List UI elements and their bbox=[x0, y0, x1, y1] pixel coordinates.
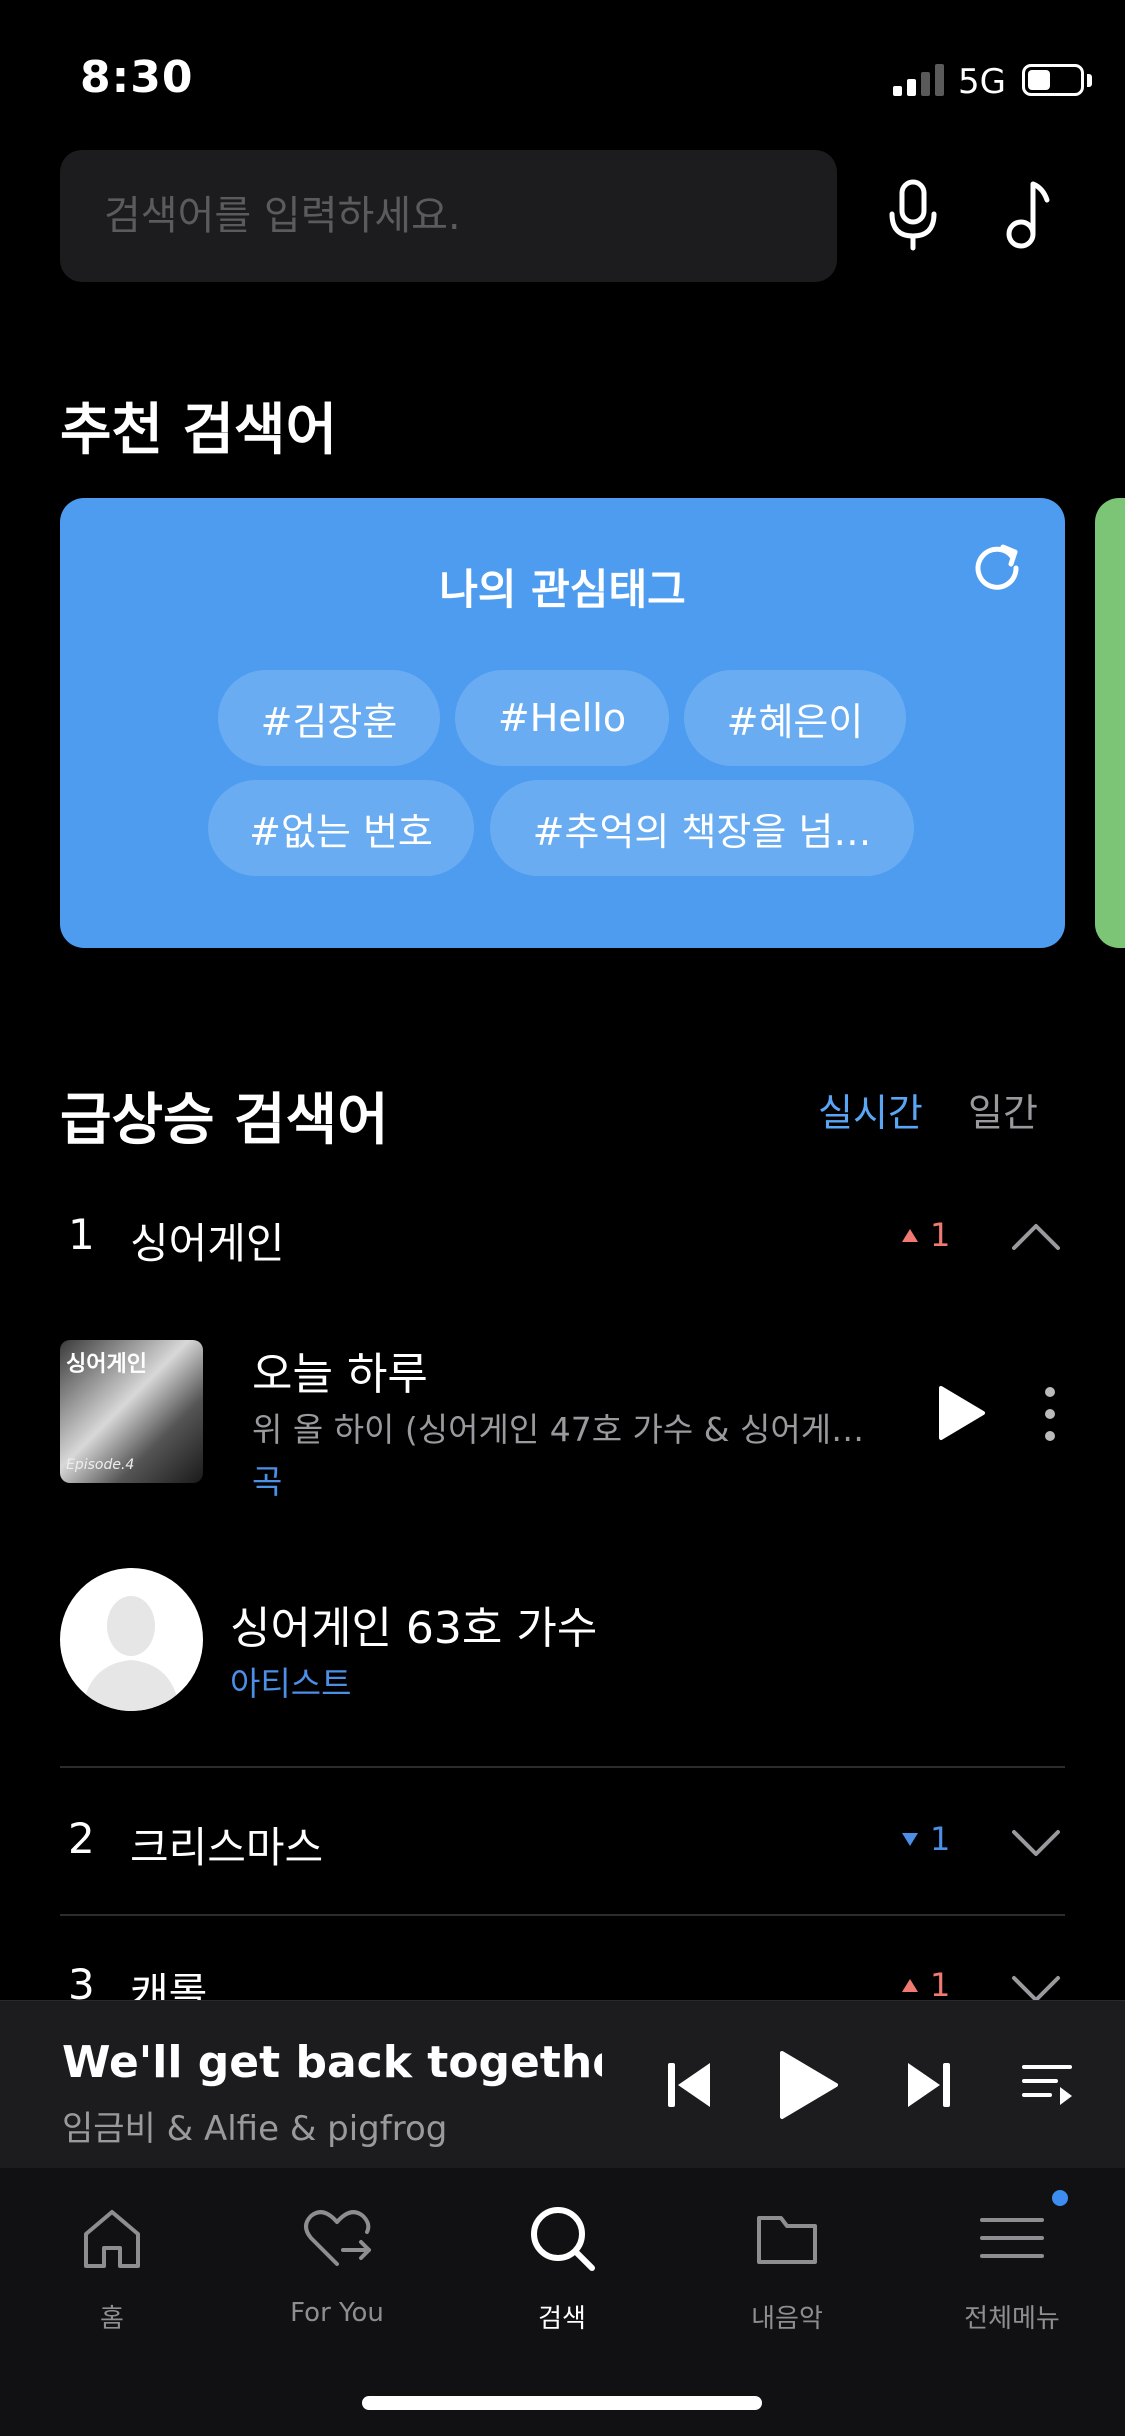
previous-track-icon bbox=[668, 2063, 710, 2107]
artist-name[interactable]: 싱어게인 63호 가수 bbox=[230, 1592, 597, 1656]
player-track-artist: 임금비 & Alfie & pigfrog bbox=[62, 2109, 448, 2149]
playlist-icon bbox=[1022, 2065, 1072, 2105]
rank-row-2[interactable]: 2 크리스마스 1 bbox=[60, 1792, 1065, 1892]
search-input[interactable] bbox=[104, 184, 794, 248]
album-art-subtitle: Episode.4 bbox=[66, 1457, 135, 1473]
folder-icon bbox=[757, 2216, 817, 2264]
divider bbox=[60, 1766, 1065, 1768]
tag-chip[interactable]: #혜은이 bbox=[684, 670, 906, 766]
music-note-icon bbox=[1006, 181, 1050, 249]
rank-number: 2 bbox=[68, 1814, 95, 1863]
previous-button[interactable] bbox=[664, 2057, 714, 2117]
status-bar: 8:30 5G bbox=[0, 0, 1125, 150]
recommend-title: 추천 검색어 bbox=[60, 398, 338, 463]
play-icon bbox=[780, 2051, 838, 2119]
play-song-button[interactable] bbox=[935, 1384, 987, 1442]
tag-chip[interactable]: #Hello bbox=[455, 670, 669, 766]
chevron-down-icon[interactable] bbox=[1008, 1814, 1064, 1870]
artist-avatar[interactable] bbox=[60, 1568, 203, 1711]
nav-home[interactable]: 홈 bbox=[12, 2198, 212, 2334]
tag-card-title: 나의 관심태그 bbox=[439, 565, 686, 614]
mic-icon bbox=[889, 179, 937, 251]
next-track-icon bbox=[908, 2063, 950, 2107]
nav-my-music[interactable]: 내음악 bbox=[687, 2198, 887, 2334]
rising-title: 급상승 검색어 bbox=[60, 1088, 389, 1153]
battery-tip bbox=[1087, 74, 1092, 87]
nav-label: 내음악 bbox=[751, 2304, 823, 2334]
up-arrow-icon bbox=[902, 1978, 918, 1992]
tag-chip[interactable]: #김장훈 bbox=[218, 670, 440, 766]
menu-icon bbox=[980, 2218, 1044, 2258]
rank-keyword: 크리스마스 bbox=[130, 1823, 324, 1872]
next-button[interactable] bbox=[904, 2057, 954, 2117]
notification-dot bbox=[1052, 2190, 1068, 2206]
interest-tag-card: 나의 관심태그 #김장훈 #Hello #혜은이 #없는 번호 #추억의 책장을… bbox=[60, 498, 1065, 948]
artist-type-label: 아티스트 bbox=[230, 1664, 352, 1703]
search-box[interactable] bbox=[60, 150, 837, 282]
refresh-icon bbox=[975, 544, 1019, 590]
album-art[interactable]: 싱어게인 Episode.4 bbox=[60, 1340, 203, 1483]
music-recognize-button[interactable] bbox=[985, 170, 1075, 260]
play-icon bbox=[939, 1386, 985, 1440]
nav-label: For You bbox=[290, 2298, 384, 2328]
player-track-title: We'll get back together... bbox=[62, 2037, 602, 2088]
tab-daily[interactable]: 일간 bbox=[968, 1082, 1038, 1137]
rank-change-value: 1 bbox=[930, 1966, 951, 2004]
rank-change-value: 1 bbox=[930, 1820, 951, 1858]
more-vertical-icon bbox=[1045, 1387, 1055, 1441]
person-placeholder-icon bbox=[82, 1596, 180, 1711]
nav-search[interactable]: 검색 bbox=[462, 2198, 662, 2334]
rank-change-up: 1 bbox=[902, 1216, 950, 1254]
song-title[interactable]: 오늘 하루 bbox=[252, 1338, 428, 1402]
rank-change-up: 1 bbox=[902, 1966, 950, 2004]
rank-row-1[interactable]: 1 싱어게인 1 bbox=[60, 1188, 1065, 1288]
next-recommend-card[interactable] bbox=[1095, 498, 1125, 948]
mini-player[interactable]: We'll get back together... 임금비 & Alfie &… bbox=[0, 2000, 1125, 2168]
mic-button[interactable] bbox=[868, 170, 958, 260]
tag-chip[interactable]: #추억의 책장을 넘… bbox=[490, 780, 914, 876]
up-arrow-icon bbox=[902, 1228, 918, 1242]
nav-for-you[interactable]: For You bbox=[237, 2198, 437, 2328]
heart-arrow-icon bbox=[304, 2210, 371, 2266]
battery-icon bbox=[1022, 64, 1084, 96]
nav-label: 검색 bbox=[538, 2304, 586, 2334]
home-indicator bbox=[362, 2396, 762, 2410]
nav-label: 홈 bbox=[100, 2304, 124, 2334]
signal-icon bbox=[893, 62, 945, 96]
rank-number: 1 bbox=[68, 1210, 95, 1259]
album-art-title: 싱어게인 bbox=[66, 1352, 147, 1377]
network-label: 5G bbox=[958, 62, 1006, 102]
playlist-button[interactable] bbox=[1020, 2059, 1076, 2115]
tab-realtime[interactable]: 실시간 bbox=[818, 1082, 923, 1137]
tag-chip[interactable]: #없는 번호 bbox=[208, 780, 474, 876]
nav-menu[interactable]: 전체메뉴 bbox=[912, 2198, 1112, 2334]
divider bbox=[60, 1914, 1065, 1916]
more-options-button[interactable] bbox=[1030, 1384, 1070, 1444]
status-time: 8:30 bbox=[80, 52, 194, 103]
play-button[interactable] bbox=[776, 2049, 840, 2125]
chevron-up-icon[interactable] bbox=[1008, 1210, 1064, 1266]
rank-change-down: 1 bbox=[902, 1820, 950, 1858]
down-arrow-icon bbox=[902, 1832, 918, 1846]
nav-label: 전체메뉴 bbox=[964, 2304, 1060, 2334]
refresh-button[interactable] bbox=[967, 536, 1027, 596]
rank-change-value: 1 bbox=[930, 1216, 951, 1254]
home-icon bbox=[84, 2210, 140, 2268]
rank-keyword: 싱어게인 bbox=[130, 1219, 285, 1268]
search-icon bbox=[531, 2207, 595, 2271]
song-artist: 위 올 하이 (싱어게인 47호 가수 & 싱어게… bbox=[252, 1410, 865, 1449]
song-type-label: 곡 bbox=[252, 1462, 283, 1501]
